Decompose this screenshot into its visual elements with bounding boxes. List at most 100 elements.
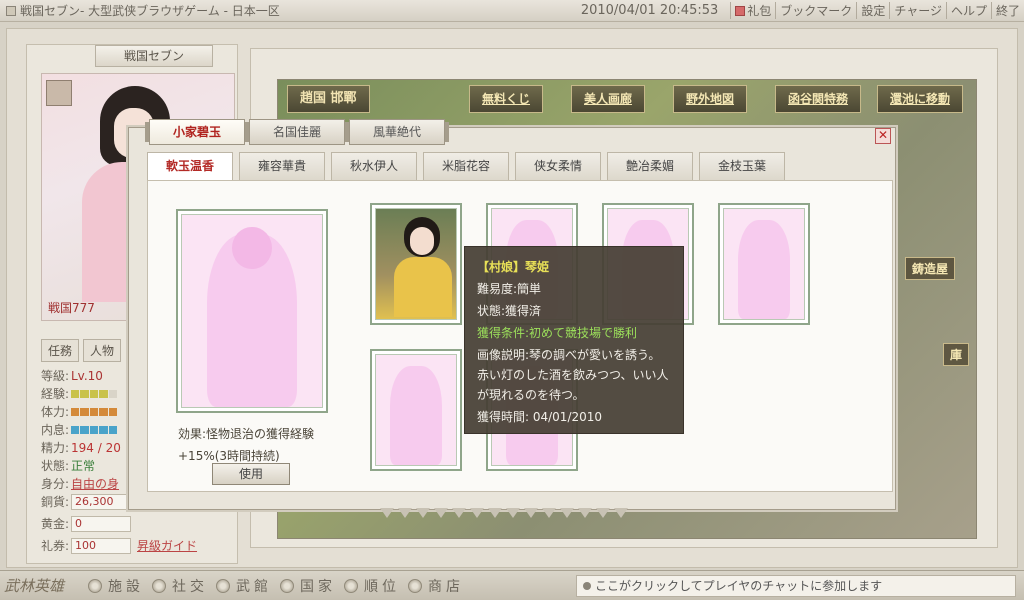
chevron-down-icon xyxy=(614,508,628,518)
chevron-down-icon xyxy=(488,508,502,518)
nav-label: 順位 xyxy=(364,578,400,595)
nav-facilities[interactable]: 施設 xyxy=(88,576,144,596)
top-menu: 礼包 ブックマーク 設定 チャージ ヘルプ 終了 xyxy=(730,2,1024,19)
clock-datetime: 2010/04/01 20:45:53 xyxy=(580,3,719,18)
thumb-qinji[interactable] xyxy=(370,203,462,325)
chevron-down-icon xyxy=(452,508,466,518)
window-icon xyxy=(6,5,16,16)
silhouette-head xyxy=(232,226,272,269)
tooltip-condition: 獲得条件:初めて競技場で勝利 xyxy=(477,326,638,340)
menu-settings[interactable]: 設定 xyxy=(856,2,889,19)
circle-icon xyxy=(152,578,166,593)
nav-label: 社交 xyxy=(172,578,208,595)
map-label-forge[interactable]: 鋳造屋 xyxy=(905,257,956,280)
chevron-down-icon xyxy=(398,508,412,518)
page-indicator xyxy=(380,508,628,518)
free-lottery-button[interactable]: 無料くじ xyxy=(469,85,544,113)
exp-bar xyxy=(71,390,118,398)
character-name: 戦国777 xyxy=(48,301,95,315)
menu-bookmark[interactable]: ブックマーク xyxy=(775,2,856,19)
map-label-storage[interactable]: 庫 xyxy=(943,343,970,366)
preview-card xyxy=(176,209,328,413)
hp-bar xyxy=(71,408,118,416)
user-icon xyxy=(583,582,591,590)
window-title: 戦国セブン- 大型武侠ブラウザゲーム - 日本一区 xyxy=(0,2,280,19)
subtab-1[interactable]: 軟玉温香 xyxy=(147,152,233,180)
copper-value: 26,300 xyxy=(71,494,131,510)
effect-line-1: 効果:怪物退治の獲得経験 xyxy=(178,427,315,441)
bottom-bar: 武林英雄 施設 社交 武館 国家 順位 商店 ここがクリックしてプレイヤのチャッ… xyxy=(0,570,1024,600)
subtab-2[interactable]: 雍容華貴 xyxy=(239,152,325,180)
beauty-gallery-button[interactable]: 美人画廊 xyxy=(571,85,646,113)
circle-icon xyxy=(408,578,422,593)
move-button[interactable]: 還池に移動 xyxy=(877,85,964,113)
voucher-value: 100 xyxy=(71,538,131,554)
circle-icon xyxy=(280,578,294,593)
silhouette-image xyxy=(390,366,442,465)
nav-label: 商店 xyxy=(428,578,464,595)
subtab-6[interactable]: 艶冶柔媚 xyxy=(607,152,693,180)
portrait-tooltip: 【村娘】琴姫 難易度:簡単 状態:獲得済 獲得条件:初めて競技場で勝利 画像説明… xyxy=(464,246,684,434)
chat-input[interactable]: ここがクリックしてプレイヤのチャットに参加します xyxy=(576,575,1016,597)
nav-label: 施設 xyxy=(108,578,144,595)
tab-fenghua[interactable]: 風華絶代 xyxy=(345,119,449,145)
chat-placeholder: ここがクリックしてプレイヤのチャットに参加します xyxy=(595,579,883,593)
hangu-mission-button[interactable]: 函谷関特務 xyxy=(775,85,862,113)
chevron-down-icon xyxy=(596,508,610,518)
chevron-down-icon xyxy=(506,508,520,518)
nav-label: 武館 xyxy=(236,578,272,595)
subtab-3[interactable]: 秋水伊人 xyxy=(331,152,417,180)
subtab-5[interactable]: 侠女柔情 xyxy=(515,152,601,180)
subtab-4[interactable]: 米脂花容 xyxy=(423,152,509,180)
menu-gift[interactable]: 礼包 xyxy=(730,2,775,19)
tooltip-difficulty: 難易度:簡単 xyxy=(477,282,542,296)
thumb-4[interactable] xyxy=(718,203,810,325)
silhouette-image xyxy=(738,220,790,319)
nav-social[interactable]: 社交 xyxy=(152,576,208,596)
chevron-down-icon xyxy=(434,508,448,518)
use-button[interactable]: 使用 xyxy=(212,463,290,485)
gold-value: 0 xyxy=(71,516,131,532)
menu-help[interactable]: ヘルプ xyxy=(945,2,991,19)
identity-link[interactable]: 自由の身 xyxy=(71,475,119,493)
subtab-7[interactable]: 金枝玉葉 xyxy=(699,152,785,180)
tooltip-title: 【村娘】琴姫 xyxy=(477,260,550,274)
menu-exit[interactable]: 終了 xyxy=(990,2,1024,19)
tab-character[interactable]: 人物 xyxy=(83,339,122,362)
state-value: 正常 xyxy=(71,459,96,473)
chevron-down-icon xyxy=(470,508,484,518)
rank-icon[interactable] xyxy=(46,80,72,106)
effect-text: 効果:怪物退治の獲得経験 +15%(3時間持続) xyxy=(178,423,314,467)
circle-icon xyxy=(344,578,358,593)
chevron-down-icon xyxy=(578,508,592,518)
tab-xiaojia[interactable]: 小家碧玉 xyxy=(145,119,249,145)
tab-mingguo[interactable]: 名国佳麗 xyxy=(245,119,349,145)
dialog-tabs: 小家碧玉 名国佳麗 風華絶代 xyxy=(145,119,449,145)
sub-tabs: 軟玉温香 雍容華貴 秋水伊人 米脂花容 侠女柔情 艶冶柔媚 金枝玉葉 xyxy=(147,152,785,180)
thumb-5[interactable] xyxy=(370,349,462,471)
circle-icon xyxy=(88,578,102,593)
upgrade-guide-link[interactable]: 昇級ガイド xyxy=(137,537,197,555)
gift-icon xyxy=(735,6,746,16)
location-title: 趙国 邯鄲 xyxy=(287,85,370,113)
nav-shop[interactable]: 商店 xyxy=(408,576,464,596)
title-bar: 戦国セブン- 大型武侠ブラウザゲーム - 日本一区 2010/04/01 20:… xyxy=(0,0,1024,22)
menu-charge[interactable]: チャージ xyxy=(889,2,946,19)
nav-nation[interactable]: 国家 xyxy=(280,576,336,596)
close-icon[interactable]: ✕ xyxy=(875,128,891,144)
panel-title: 戦国セブン xyxy=(95,45,213,67)
chevron-down-icon xyxy=(524,508,538,518)
nav-ranking[interactable]: 順位 xyxy=(344,576,400,596)
tooltip-time: 獲得時間: 04/01/2010 xyxy=(477,410,603,424)
nav-dojo[interactable]: 武館 xyxy=(216,576,272,596)
thumb-face xyxy=(410,227,434,255)
bottom-nav: 施設 社交 武館 国家 順位 商店 xyxy=(80,576,464,596)
thumb-body xyxy=(394,257,452,317)
tooltip-status: 状態:獲得済 xyxy=(477,304,542,318)
chevron-down-icon xyxy=(542,508,556,518)
tab-quest[interactable]: 任務 xyxy=(41,339,80,362)
field-map-button[interactable]: 野外地図 xyxy=(673,85,748,113)
chevron-down-icon xyxy=(416,508,430,518)
level-value: Lv.10 xyxy=(71,369,103,383)
tooltip-description: 画像説明:琴の調べが愛いを誘う。赤い灯のした酒を飲みつつ、いい人が現れるのを待つ… xyxy=(477,348,669,402)
